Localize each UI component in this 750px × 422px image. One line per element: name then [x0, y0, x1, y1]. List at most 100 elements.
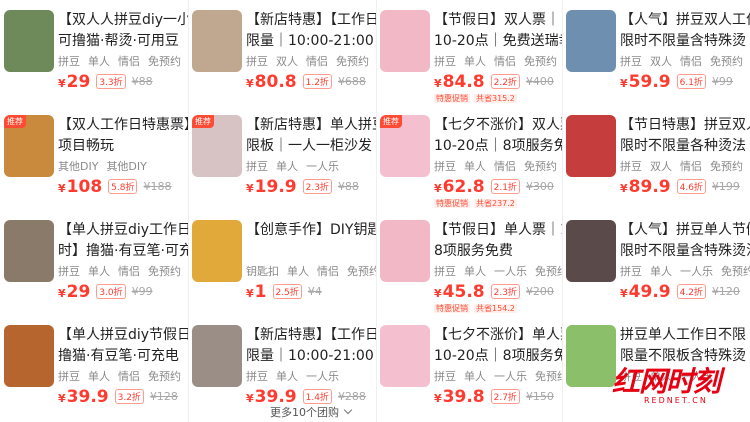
deal-title[interactable]: 【单人拼豆diy工作日 时】撸猫·有豆笔·可充 [58, 220, 188, 262]
deal-column: 【人气】拼豆双人工作 限时不限量含特殊烫 拼豆 双人 情侣 免预约 ¥59.9 6.1折 ¥99… [562, 0, 750, 422]
deal-price: ¥29 [58, 72, 91, 92]
deal-tags: 拼豆 单人 情侣 免预约 [58, 263, 188, 279]
deal-thumbnail[interactable] [192, 220, 242, 282]
deal-title-line1: 【节假日】双人票｜ [434, 12, 560, 28]
deal-tag: 拼豆 [246, 55, 268, 68]
deal-tags: 拼豆单人一人乐免预约 [434, 263, 562, 279]
price-value: 49.9 [628, 282, 671, 302]
deal-thumbnail[interactable] [380, 10, 430, 72]
deal-price: ¥1 [246, 282, 267, 302]
deal-thumbnail[interactable]: 推荐 [4, 115, 54, 177]
deal-thumbnail[interactable] [192, 325, 242, 387]
deal-title[interactable]: 【单人拼豆diy节假日 撸猫·有豆笔·可充电 [58, 325, 188, 367]
deal-tag: 免预约 [535, 370, 562, 383]
deal-card[interactable]: 【人气】拼豆双人工作 限时不限量含特殊烫 拼豆 双人 情侣 免预约 ¥59.9 6.1折 ¥99 [562, 0, 750, 105]
deal-tag: 单人 [276, 370, 298, 383]
discount-badge: 1.2折 [302, 74, 332, 89]
deal-title[interactable]: 【节假日】双人票｜ 10-20点｜免费送瑞幸... [434, 10, 562, 52]
deal-title[interactable]: 【新店特惠】【工作日 限量｜10:00-21:00 [246, 10, 376, 52]
deal-title[interactable]: 【人气】拼豆单人节假 限时不限量含特殊烫法 [620, 220, 750, 262]
deal-tag: 免预约 [710, 160, 743, 173]
original-price: ¥88 [337, 180, 359, 193]
deal-column: 【节假日】双人票｜10-20点｜免费送瑞幸...拼豆单人情侣免预约¥84.82.… [376, 0, 562, 422]
price-value: 62.8 [442, 177, 485, 197]
deal-card[interactable]: 【节假日】单人票｜10-208项服务免费拼豆单人一人乐免预约¥45.82.3折¥… [376, 210, 562, 315]
deal-tag: 拼豆 [58, 55, 80, 68]
deal-title[interactable]: 【七夕不涨价】双人票｜ 10-20点｜8项服务免费 [434, 115, 562, 157]
deal-title-line1: 【节日特惠】拼豆双人 [620, 117, 750, 133]
deal-thumbnail[interactable] [192, 10, 242, 72]
discount-badge: 2.7折 [490, 389, 520, 404]
deal-tag: 拼豆 [434, 370, 456, 383]
deal-tag: 免预约 [148, 370, 181, 383]
deal-tag: 免预约 [524, 55, 557, 68]
discount-badge: 6.1折 [676, 74, 706, 89]
deal-title[interactable]: 【双人工作日特惠票】 项目畅玩 [58, 115, 188, 157]
deal-price: ¥29 [58, 282, 91, 302]
deal-title-line1: 【双人工作日特惠票】 [58, 117, 188, 133]
deal-card[interactable]: 【单人拼豆diy工作日 时】撸猫·有豆笔·可充 拼豆 单人 情侣 免预约 ¥29 3.0折 ¥9… [0, 210, 188, 315]
deal-thumbnail[interactable] [4, 325, 54, 387]
deal-thumbnail[interactable] [380, 325, 430, 387]
discount-badge: 3.3折 [96, 74, 126, 89]
deal-thumbnail[interactable] [4, 220, 54, 282]
deal-card[interactable]: 推荐 【双人工作日特惠票】 项目畅玩 其他DIY 其他DIY ¥108 5.8折 ¥188 [0, 105, 188, 210]
deal-price: ¥39.8 [434, 387, 485, 407]
deal-tag: 情侣 [306, 55, 328, 68]
deal-thumbnail[interactable] [4, 10, 54, 72]
deal-thumbnail[interactable] [380, 220, 430, 282]
deal-thumbnail[interactable] [566, 325, 616, 387]
deal-title[interactable]: 【人气】拼豆双人工作 限时不限量含特殊烫 [620, 10, 750, 52]
deal-card[interactable]: 【节假日】双人票｜ 10-20点｜免费送瑞幸... 拼豆单人情侣免预约 ¥84.8 2.… [376, 0, 562, 105]
deal-thumbnail[interactable] [566, 10, 616, 72]
deal-title-line2: 可撸猫·帮烫·可用豆 [58, 33, 179, 49]
deal-card[interactable]: 【人气】拼豆单人节假 限时不限量含特殊烫法 拼豆 单人 一人乐 免预约 ¥49.9 4.2折 ¥… [562, 210, 750, 315]
deal-tag: 双人 [650, 55, 672, 68]
deal-thumbnail[interactable] [566, 115, 616, 177]
deal-thumbnail[interactable]: 推荐 [192, 115, 242, 177]
original-price: ¥99 [131, 285, 153, 298]
deal-tag: 双人 [276, 55, 298, 68]
deal-price: ¥62.8 [434, 177, 485, 197]
price-value: 19.9 [254, 177, 297, 197]
recommend-badge: 推荐 [192, 115, 214, 128]
deal-title[interactable]: 【节假日】单人票｜10-20 8项服务免费 [434, 220, 562, 262]
deal-card[interactable]: 【七夕不涨价】单人票｜ 10-20点｜8项服务免费拼豆单人一人乐免预约 ¥39.8 2… [376, 315, 562, 420]
deal-title[interactable]: 【七夕不涨价】单人票｜ 10-20点｜8项服务免费 [434, 325, 562, 367]
deal-card[interactable]: 【节日特惠】拼豆双人 限时不限量各种烫法 拼豆 双人 情侣 免预约 ¥89.9 4.6折 ¥19… [562, 105, 750, 210]
deal-price: ¥108 [58, 177, 103, 197]
deal-title-line2: 限时不限量含特殊烫 [620, 33, 746, 49]
discount-badge: 2.1折 [490, 179, 520, 194]
deal-title[interactable]: 【新店特惠】单人拼豆 限板｜一人一柜沙发 [246, 115, 376, 157]
deal-card[interactable]: 推荐 【新店特惠】单人拼豆 限板｜一人一柜沙发 拼豆 单人 一人乐 ¥19.9 2.3折 ¥88 [188, 105, 376, 210]
price-value: 29 [66, 282, 91, 302]
deal-title-line2: 10-20点｜免费送瑞幸... [434, 33, 562, 49]
deal-title[interactable]: 【创意手作】DIY钥匙 [246, 220, 376, 241]
deal-thumbnail[interactable]: 推荐 [380, 115, 430, 177]
deal-card[interactable]: 【双人人拼豆diy一小 可撸猫·帮烫·可用豆 拼豆 单人 情侣 免预约 ¥29 3.3折 ¥88 [0, 0, 188, 105]
deal-title-line2: 8项服务免费 [434, 243, 513, 259]
deal-tag: 免预约 [336, 55, 369, 68]
savings-label: 共省154.2 [474, 304, 517, 313]
price-row: ¥89.9 4.6折 ¥199 [620, 177, 740, 197]
promo-label: 特惠促销 [434, 94, 470, 103]
deal-title-line2: 撸猫·有豆笔·可充电 [58, 348, 179, 364]
deal-title-line1: 【节假日】单人票｜10-20 [434, 222, 562, 238]
chevron-down-icon [343, 405, 353, 415]
deal-card[interactable]: 【创意手作】DIY钥匙 钥匙扣 单人 情侣 免预约 ¥1 2.5折 ¥4 [188, 210, 376, 315]
price-row: ¥59.9 6.1折 ¥99 [620, 72, 733, 92]
deal-card[interactable]: 【单人拼豆diy节假日 撸猫·有豆笔·可充电 拼豆 单人 情侣 免预约 ¥39.9 3.2折 ¥… [0, 315, 188, 420]
watermark-logo: 红网时刻 REDNET.CN [612, 360, 721, 405]
deal-tag: 拼豆 [58, 370, 80, 383]
deal-card[interactable]: 【新店特惠】【工作日 限量｜10:00-21:00 拼豆 双人 情侣 免预约 ¥80.8 1.… [188, 0, 376, 105]
deal-title[interactable]: 【节日特惠】拼豆双人 限时不限量各种烫法 [620, 115, 750, 157]
deal-thumbnail[interactable] [566, 220, 616, 282]
deal-title[interactable]: 【新店特惠】【工作日 限量｜10:00-21:00 [246, 325, 376, 367]
deal-title[interactable]: 【双人人拼豆diy一小 可撸猫·帮烫·可用豆 [58, 10, 188, 52]
discount-badge: 4.6折 [676, 179, 706, 194]
deal-tag: 拼豆 [434, 55, 456, 68]
deal-card[interactable]: 推荐 【七夕不涨价】双人票｜ 10-20点｜8项服务免费拼豆单人情侣免预约 ¥62.8… [376, 105, 562, 210]
more-deals-link[interactable]: 更多10个团购 [270, 404, 353, 420]
original-price: ¥688 [337, 75, 366, 88]
deal-tag: 单人 [88, 370, 110, 383]
